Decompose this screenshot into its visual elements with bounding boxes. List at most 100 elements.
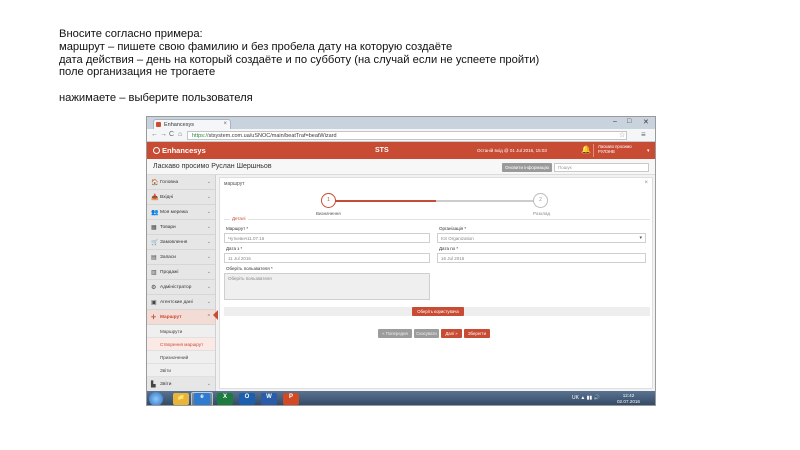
word-icon[interactable]: W	[261, 393, 277, 405]
sidebar-item-label: Головна	[160, 180, 179, 185]
sidebar-item-label: Маршрут	[160, 315, 182, 320]
organization-value: KS Organization	[441, 236, 474, 241]
browser-tab[interactable]: Enhancesys ×	[153, 119, 231, 129]
sidebar-item-products[interactable]: ▦ Товари ⌄	[147, 220, 215, 235]
address-bar: ← → C ⌂ https://stsystem.com.ua/uSNOC/ma…	[147, 129, 655, 142]
notification-bell-icon[interactable]: 🔔	[581, 145, 591, 154]
date-to-label: Дата по *	[439, 246, 459, 251]
sidebar-item-label: Адміністратор	[160, 285, 192, 290]
chevron-down-icon[interactable]: ▾	[647, 148, 650, 154]
sidebar-item-route[interactable]: ✛ Маршрут ⌃	[147, 310, 215, 325]
user-full-greeting: Ласкаво просимо Руслан Шершньов	[153, 163, 272, 170]
wizard-progress-done	[328, 200, 436, 202]
chevron-down-icon: ⌄	[206, 179, 211, 185]
cart-icon: 🛒	[151, 240, 159, 246]
home-icon: 🏠	[151, 180, 159, 186]
explorer-icon[interactable]: 📁	[173, 393, 189, 405]
date-from-input[interactable]: 11 Jul 2016	[224, 253, 430, 263]
sidebar-item-home[interactable]: 🏠 Головна ⌄	[147, 175, 215, 190]
outlook-icon[interactable]: O	[239, 393, 255, 405]
sidebar-item-admin[interactable]: ⚙ Адміністратор ⌄	[147, 280, 215, 295]
route-label: Маршрут *	[226, 226, 249, 231]
powerpoint-icon[interactable]: P	[283, 393, 299, 405]
home-icon[interactable]: ⌂	[178, 131, 182, 138]
reload-icon[interactable]: C	[169, 131, 174, 138]
sidebar-item-agent-data[interactable]: ▣ Агентские дані ⌄	[147, 295, 215, 310]
browser-tabbar: Enhancesys × – □ ✕	[147, 117, 655, 129]
start-button-icon[interactable]	[149, 392, 163, 405]
browser-menu-icon[interactable]: ≡	[641, 130, 646, 139]
wizard-step-2[interactable]: 2	[533, 193, 548, 208]
excel-icon[interactable]: X	[217, 393, 233, 405]
sidebar-item-label: Агентские дані	[160, 300, 193, 305]
maximize-icon[interactable]: □	[627, 118, 631, 125]
date-from-label: Дата з *	[226, 246, 243, 251]
sidebar-subitem-assigned[interactable]: Призначений	[147, 351, 215, 364]
favicon-icon	[156, 122, 161, 127]
sidebar-item-stock[interactable]: ▤ Запаси ⌄	[147, 250, 215, 265]
gear-icon: ⚙	[151, 285, 157, 291]
wizard-step-1[interactable]: 1	[321, 193, 336, 208]
close-tab-icon[interactable]: ×	[223, 121, 227, 127]
sidebar-item-label: Товари	[160, 225, 176, 230]
chevron-down-icon: ⌄	[206, 381, 211, 387]
instruction-line: нажимаете – выберите пользователя	[59, 91, 253, 104]
sidebar-item-label: Продажі	[160, 270, 179, 275]
sidebar-item-inbox[interactable]: 📥 Вхідні ⌄	[147, 190, 215, 205]
chevron-down-icon: ⌄	[206, 284, 211, 290]
cancel-button[interactable]: Скасувати	[414, 329, 439, 338]
user-menu[interactable]: Ласкаво просимо РУЛЭНВ	[593, 144, 647, 157]
ie-icon[interactable]: e	[194, 393, 210, 405]
select-user-button[interactable]: Оберіть користувача	[412, 307, 464, 316]
sidebar-subitem-create-route[interactable]: Створення маршрут	[147, 338, 215, 351]
update-info-button[interactable]: Оновити інформацію	[502, 163, 552, 172]
logo-text: Enhancesys	[162, 146, 206, 155]
search-input[interactable]: Пошук	[554, 163, 649, 172]
minimize-icon[interactable]: –	[613, 118, 617, 125]
sidebar-item-sales[interactable]: ▥ Продажі ⌄	[147, 265, 215, 280]
sidebar-item-reports[interactable]: ▙ Звіти ⌄	[147, 377, 215, 392]
chevron-up-icon: ⌃	[206, 314, 211, 320]
sidebar-item-orders[interactable]: 🛒 Замовлення ⌄	[147, 235, 215, 250]
screenshot-window: Enhancesys × – □ ✕ ← → C ⌂ https://stsys…	[146, 116, 656, 406]
route-input[interactable]: Чуткевич11.07.16	[224, 233, 430, 243]
sidebar-item-label: Моя мережа	[160, 210, 188, 215]
previous-button[interactable]: « Попередня	[378, 329, 412, 338]
url-field[interactable]: https://stsystem.com.ua/uSNOC/main/beatT…	[187, 131, 627, 140]
chevron-down-icon: ⌄	[206, 194, 211, 200]
chevron-down-icon: ⌄	[206, 254, 211, 260]
bookmark-star-icon[interactable]: ☆	[619, 131, 625, 139]
select-user-label: Оберіть пользвателя *	[226, 266, 273, 271]
route-panel: маршрут × 1 2 Визначення Розклад Деталі …	[219, 177, 653, 389]
wizard-step-2-label: Розклад	[533, 211, 551, 216]
forward-icon[interactable]: →	[160, 131, 167, 138]
chevron-down-icon: ⌄	[206, 224, 211, 230]
clock[interactable]: 12:42 02.07.2016	[617, 393, 640, 405]
grid-icon: ▦	[151, 225, 157, 231]
select-user-field[interactable]: Оберіть пользвателя	[224, 273, 430, 300]
sidebar-subitem-label: Маршрути	[160, 329, 183, 334]
save-button[interactable]: Зберегти	[464, 329, 490, 338]
close-icon[interactable]: ×	[644, 180, 648, 186]
instruction-line: маршрут – пишете свою фамилию и без проб…	[59, 40, 453, 53]
next-button[interactable]: Далі »	[441, 329, 462, 338]
chevron-down-icon: ⌄	[206, 299, 211, 305]
sidebar-subitem-routes[interactable]: Маршрути	[147, 325, 215, 338]
last-login-status: Останій вхід @ 01 Jul 2016, 15:03	[477, 148, 547, 153]
system-tray[interactable]: UK ▲ ▮▮ 🔊	[572, 395, 600, 401]
sidebar-item-network[interactable]: 👥 Моя мережа ⌄	[147, 205, 215, 220]
sidebar-item-label: Вхідні	[160, 195, 174, 200]
organization-select[interactable]: KS Organization ▾	[437, 233, 646, 243]
close-window-icon[interactable]: ✕	[643, 118, 649, 126]
sidebar-item-label: Запаси	[160, 255, 176, 260]
sidebar-subitem-reports[interactable]: Звіти	[147, 364, 215, 377]
wizard-step-1-label: Визначення	[316, 211, 341, 216]
app-logo[interactable]: Enhancesys	[153, 146, 206, 155]
instruction-line: поле организация не трогаете	[59, 66, 216, 79]
back-icon[interactable]: ←	[151, 131, 158, 138]
users-icon: 👥	[151, 210, 159, 216]
date-to-input[interactable]: 16 Jul 2016	[437, 253, 646, 263]
sidebar: 🏠 Головна ⌄ 📥 Вхідні ⌄ 👥 Моя мережа ⌄ ▦ …	[147, 175, 218, 392]
chevron-down-icon: ⌄	[206, 269, 211, 275]
panel-title: маршрут	[224, 181, 245, 187]
